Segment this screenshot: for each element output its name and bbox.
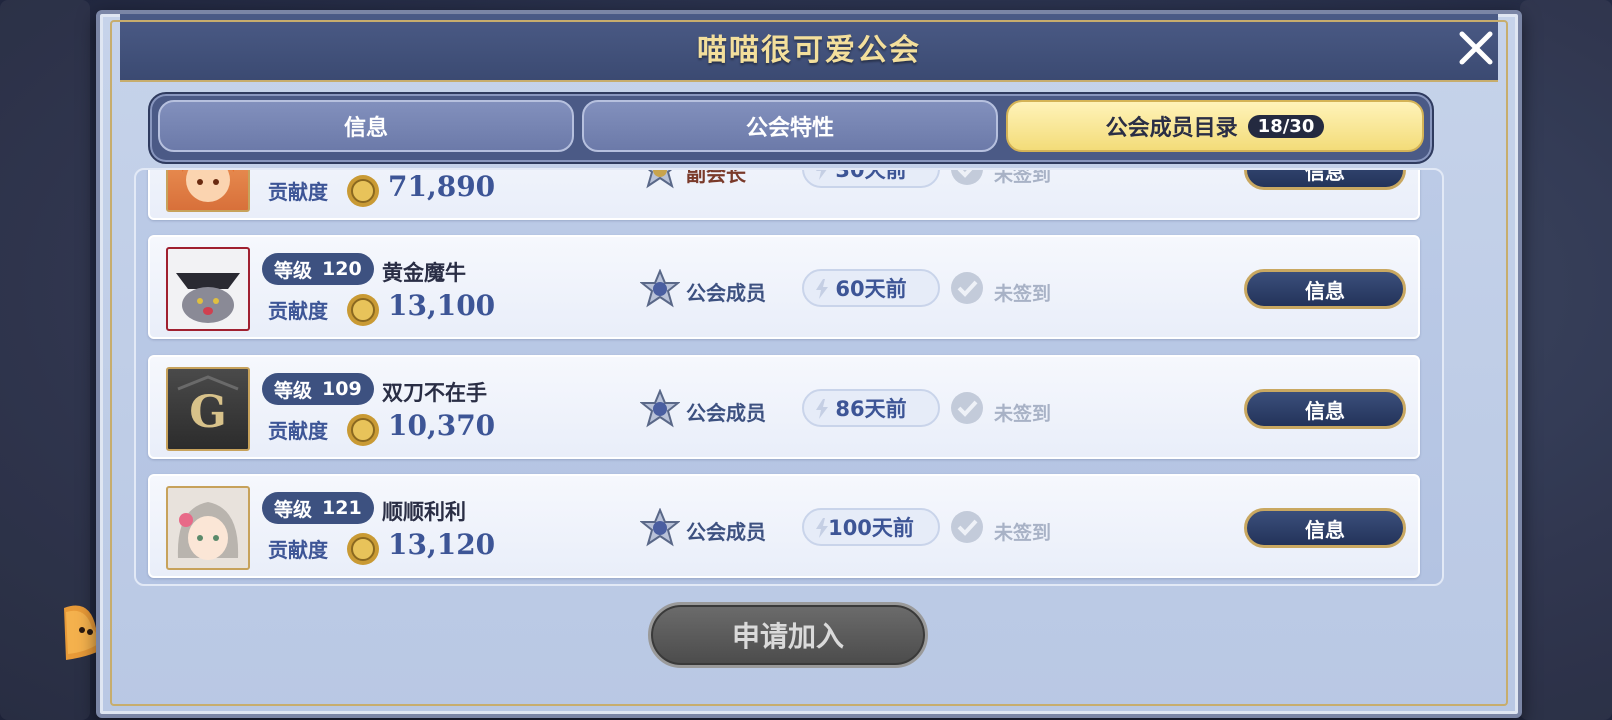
contribution-value: 10,370 — [388, 409, 496, 442]
contribution-coin-icon — [347, 533, 379, 565]
member-name: 双刀不在手 — [382, 381, 487, 405]
last-login-pill: 30天前 — [802, 168, 940, 188]
last-login-pill: 60天前 — [802, 269, 940, 307]
level-badge: 等级 120 — [262, 253, 374, 285]
apply-join-button[interactable]: 申请加入 — [648, 602, 928, 668]
character-portrait-icon — [182, 170, 234, 202]
member-count-badge: 18/30 — [1247, 114, 1325, 138]
info-button-label: 信息 — [1305, 517, 1345, 542]
member-row: 等级 121 顺顺利利 贡献度 13,120 公会成员 100天前 未签到 信息 — [148, 474, 1420, 578]
member-avatar[interactable]: G — [166, 367, 250, 451]
guild-dialog: 喵喵很可爱公会 信息 公会特性 公会成员目录 18/30 贡献度 71,890 … — [96, 10, 1522, 718]
last-login-pill: 100天前 — [802, 508, 940, 546]
member-row: 等级 120 黄金魔牛 贡献度 13,100 公会成员 60天前 未签到 信息 — [148, 235, 1420, 339]
member-rank-icon — [640, 389, 680, 428]
character-portrait-icon — [177, 502, 239, 560]
lightning-icon — [816, 279, 828, 299]
level-value: 109 — [322, 378, 362, 400]
check-in-icon — [951, 272, 983, 304]
join-button-label: 申请加入 — [731, 620, 844, 653]
contribution-label: 贡献度 — [268, 299, 328, 323]
tab-info[interactable]: 信息 — [158, 100, 574, 152]
member-rank-icon — [640, 508, 680, 547]
member-info-button[interactable]: 信息 — [1244, 269, 1406, 309]
member-info-button[interactable]: 信息 — [1244, 508, 1406, 548]
contribution-label: 贡献度 — [268, 538, 328, 562]
level-badge: 等级 121 — [262, 492, 374, 524]
last-login-text: 30天前 — [835, 168, 907, 182]
contribution-coin-icon — [347, 294, 379, 326]
member-name: 黄金魔牛 — [382, 261, 466, 285]
tab-guild-traits[interactable]: 公会特性 — [582, 100, 998, 152]
tab-bar: 信息 公会特性 公会成员目录 18/30 — [148, 92, 1434, 164]
level-label: 等级 — [274, 379, 313, 402]
last-login-text: 86天前 — [835, 397, 907, 421]
contribution-label: 贡献度 — [268, 419, 328, 443]
tab-member-directory[interactable]: 公会成员目录 18/30 — [1006, 100, 1424, 152]
sign-in-status: 未签到 — [994, 168, 1052, 186]
lightning-icon — [816, 170, 827, 180]
level-value: 121 — [322, 497, 362, 519]
level-label: 等级 — [274, 498, 313, 521]
member-rank: 公会成员 — [686, 281, 766, 305]
last-login-text: 100天前 — [828, 516, 914, 540]
contribution-value: 13,120 — [388, 528, 496, 561]
lightning-icon — [816, 399, 828, 419]
character-portrait-icon — [168, 249, 248, 329]
contribution-coin-icon — [347, 414, 379, 446]
tab-label: 公会特性 — [745, 116, 834, 141]
info-button-label: 信息 — [1305, 398, 1345, 423]
check-in-icon — [951, 170, 983, 185]
member-avatar[interactable] — [166, 486, 250, 570]
info-button-label: 信息 — [1305, 278, 1345, 303]
background-panel — [1520, 0, 1612, 720]
level-badge: 等级 109 — [262, 373, 374, 405]
check-in-icon — [951, 511, 983, 543]
member-rank: 副会长 — [686, 168, 746, 186]
sign-in-status: 未签到 — [994, 403, 1052, 425]
member-avatar[interactable] — [166, 247, 250, 331]
member-row: 贡献度 71,890 副会长 30天前 未签到 信息 — [148, 168, 1420, 220]
tab-label: 公会成员目录 — [1105, 116, 1238, 141]
contribution-coin-icon — [347, 175, 379, 207]
member-info-button[interactable]: 信息 — [1244, 168, 1406, 190]
check-in-icon — [951, 392, 983, 424]
svg-text:G: G — [189, 387, 227, 438]
guild-title: 喵喵很可爱公会 — [697, 33, 921, 68]
close-icon[interactable] — [1454, 26, 1498, 70]
contribution-value: 71,890 — [388, 170, 496, 203]
level-label: 等级 — [274, 259, 313, 282]
last-login-text: 60天前 — [835, 277, 907, 301]
member-list[interactable]: 贡献度 71,890 副会长 30天前 未签到 信息 等级 120 黄金魔牛 贡… — [134, 168, 1444, 586]
level-value: 120 — [322, 258, 362, 280]
vice-leader-rank-icon — [646, 170, 674, 189]
member-info-button[interactable]: 信息 — [1244, 389, 1406, 429]
sign-in-status: 未签到 — [994, 283, 1052, 305]
sign-in-status: 未签到 — [994, 522, 1052, 544]
guild-default-avatar-icon: G — [177, 375, 239, 438]
title-bar: 喵喵很可爱公会 — [120, 14, 1498, 82]
contribution-label: 贡献度 — [268, 180, 328, 204]
member-rank: 公会成员 — [686, 401, 766, 425]
tab-label: 信息 — [343, 116, 388, 141]
contribution-value: 13,100 — [388, 289, 496, 322]
member-row: G 等级 109 双刀不在手 贡献度 10,370 公会成员 86天前 未签到 … — [148, 355, 1420, 459]
last-login-pill: 86天前 — [802, 389, 940, 427]
member-avatar[interactable] — [166, 170, 250, 212]
lightning-icon — [816, 518, 828, 538]
member-name: 顺顺利利 — [382, 500, 466, 524]
member-rank: 公会成员 — [686, 520, 766, 544]
info-button-label: 信息 — [1305, 168, 1345, 184]
member-rank-icon — [640, 269, 680, 308]
